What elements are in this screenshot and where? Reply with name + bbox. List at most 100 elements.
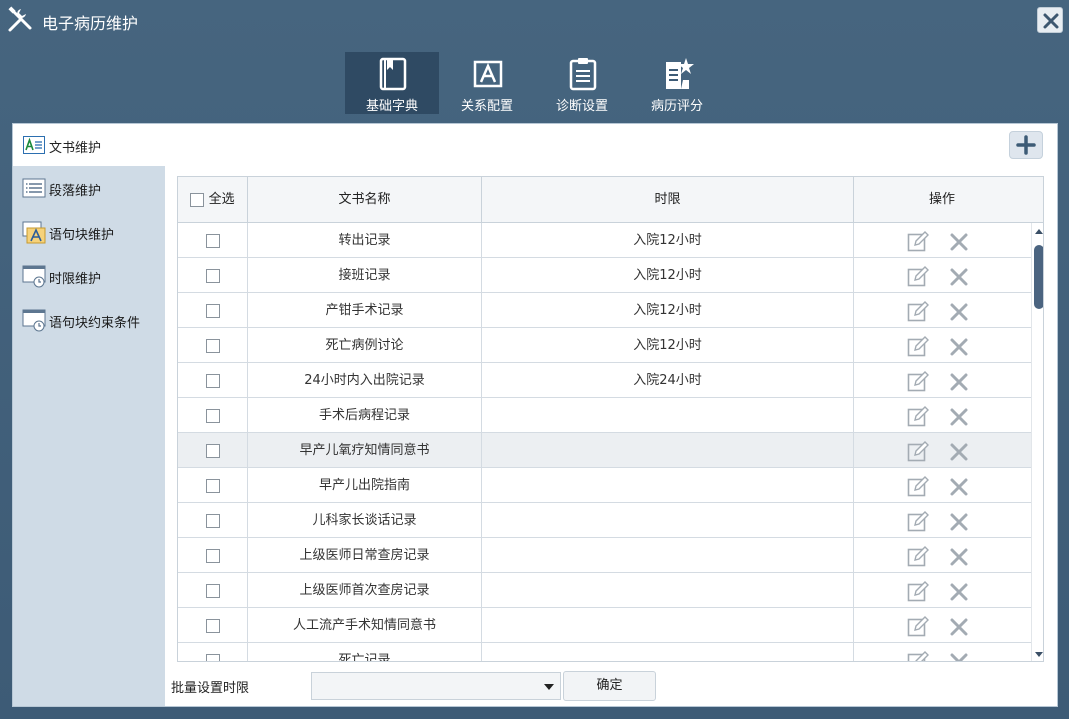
row-checkbox[interactable] [205,408,220,423]
table-row[interactable]: 死亡记录 [178,643,1043,662]
row-select-cell[interactable] [178,293,248,328]
tool-relation-config[interactable]: 关系配置 [440,52,534,114]
row-checkbox[interactable] [205,618,220,633]
edit-icon[interactable] [907,581,929,603]
delete-icon[interactable] [949,407,969,427]
edit-icon[interactable] [907,266,929,288]
row-checkbox[interactable] [205,303,220,318]
edit-icon[interactable] [907,336,929,358]
batch-limit-select[interactable] [311,672,561,700]
table-row[interactable]: 产钳手术记录 入院12小时 [178,293,1043,328]
row-checkbox[interactable] [205,373,220,388]
text-doc-icon [23,136,45,154]
sidebar-item-paragraph[interactable]: 段落维护 [13,168,165,206]
sidebar-item-label: 段落维护 [49,184,102,199]
table-row[interactable]: 人工流产手术知情同意书 [178,608,1043,643]
sidebar-item-time-limit[interactable]: 时限维护 [13,256,165,294]
row-checkbox[interactable] [205,583,220,598]
clipboard-icon [569,58,597,91]
clock-window-icon [22,265,46,288]
table-row[interactable]: 早产儿氧疗知情同意书 [178,433,1043,468]
delete-icon[interactable] [949,617,969,637]
confirm-button[interactable]: 确定 [563,671,656,701]
row-actions [854,223,1030,258]
tool-record-score[interactable]: 病历评分 [630,52,724,114]
row-checkbox[interactable] [205,268,220,283]
edit-icon[interactable] [907,616,929,638]
row-select-cell[interactable] [178,363,248,398]
table-row[interactable]: 转出记录 入院12小时 [178,223,1043,258]
panel-title: 文书维护 [49,141,102,156]
row-checkbox[interactable] [205,548,220,563]
row-checkbox[interactable] [205,653,220,661]
delete-icon[interactable] [949,302,969,322]
delete-icon[interactable] [949,372,969,392]
scroll-down-arrow[interactable] [1035,652,1043,657]
edit-icon[interactable] [907,441,929,463]
text-block-icon [22,221,46,244]
row-select-cell[interactable] [178,573,248,608]
add-button[interactable] [1009,131,1043,159]
edit-icon[interactable] [907,301,929,323]
delete-icon[interactable] [949,512,969,532]
delete-icon[interactable] [949,442,969,462]
document-name: 早产儿出院指南 [248,468,482,503]
table-row[interactable]: 手术后病程记录 [178,398,1043,433]
tool-diagnosis-settings[interactable]: 诊断设置 [535,52,629,114]
row-select-cell[interactable] [178,223,248,258]
table-row[interactable]: 24小时内入出院记录 入院24小时 [178,363,1043,398]
select-all-checkbox[interactable] [190,193,205,207]
row-checkbox[interactable] [205,233,220,248]
time-limit: 入院24小时 [482,363,854,398]
row-checkbox[interactable] [205,513,220,528]
sidebar-item-block-constraint[interactable]: 语句块约束条件 [13,300,165,338]
delete-icon[interactable] [949,547,969,567]
table-row[interactable]: 早产儿出院指南 [178,468,1043,503]
scroll-up-arrow[interactable] [1035,229,1043,234]
edit-icon[interactable] [907,476,929,498]
table-row[interactable]: 上级医师首次查房记录 [178,573,1043,608]
delete-icon[interactable] [949,337,969,357]
row-select-cell[interactable] [178,328,248,363]
edit-icon[interactable] [907,651,929,662]
delete-icon[interactable] [949,652,969,662]
table-row[interactable]: 死亡病例讨论 入院12小时 [178,328,1043,363]
tool-basic-dictionary[interactable]: 基础字典 [345,52,439,114]
sidebar-item-sentence-block[interactable]: 语句块维护 [13,212,165,250]
edit-icon[interactable] [907,371,929,393]
time-limit [482,398,854,433]
scroll-thumb[interactable] [1034,245,1043,309]
close-button[interactable] [1037,7,1063,33]
tool-label: 基础字典 [365,99,418,114]
row-select-cell[interactable] [178,468,248,503]
row-select-cell[interactable] [178,258,248,293]
row-select-cell[interactable] [178,538,248,573]
row-select-cell[interactable] [178,608,248,643]
row-select-cell[interactable] [178,433,248,468]
table-row[interactable]: 儿科家长谈话记录 [178,503,1043,538]
select-all-header[interactable]: 全选 [178,177,248,223]
row-checkbox[interactable] [205,443,220,458]
document-name: 上级医师日常查房记录 [248,538,482,573]
delete-icon[interactable] [949,232,969,252]
list-icon [22,178,46,198]
edit-icon[interactable] [907,406,929,428]
delete-icon[interactable] [949,267,969,287]
row-select-cell[interactable] [178,398,248,433]
table-row[interactable]: 上级医师日常查房记录 [178,538,1043,573]
row-checkbox[interactable] [205,338,220,353]
edit-icon[interactable] [907,231,929,253]
row-checkbox[interactable] [205,478,220,493]
delete-icon[interactable] [949,582,969,602]
sidebar: 段落维护 语句块维护 时限维护 语句块约束条件 [13,166,165,706]
document-name: 转出记录 [248,223,482,258]
vertical-scrollbar[interactable] [1031,223,1043,661]
row-select-cell[interactable] [178,643,248,661]
table-row[interactable]: 接班记录 入院12小时 [178,258,1043,293]
delete-icon[interactable] [949,477,969,497]
edit-icon[interactable] [907,546,929,568]
table-header: 全选 文书名称 时限 操作 [178,177,1043,223]
row-select-cell[interactable] [178,503,248,538]
tool-label: 病历评分 [650,99,703,114]
edit-icon[interactable] [907,511,929,533]
